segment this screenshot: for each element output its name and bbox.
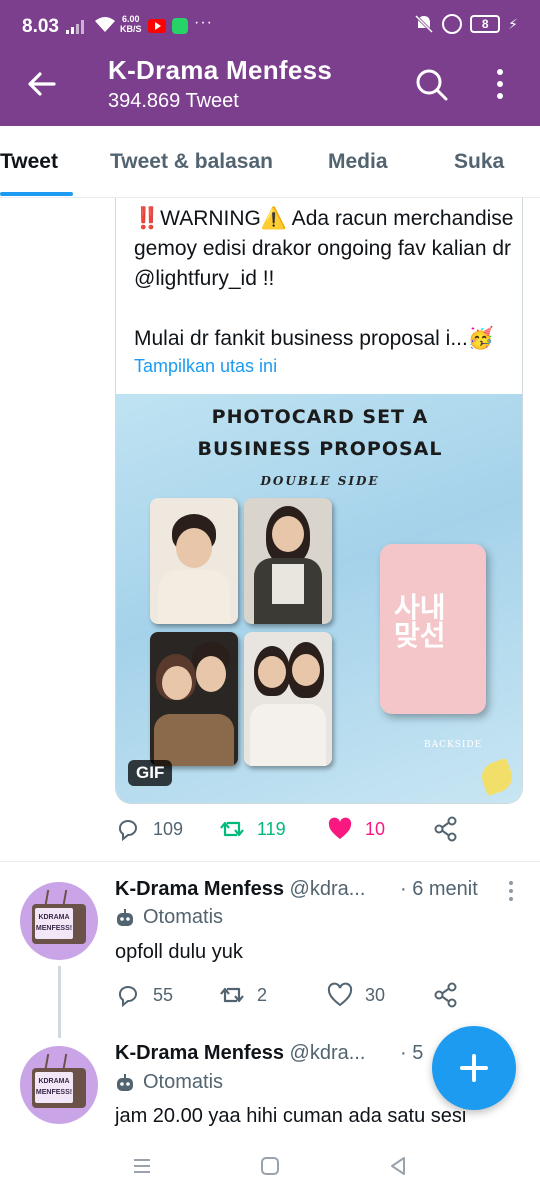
avatar-logo-text: KDRAMA MENFESS! bbox=[35, 1072, 73, 1103]
active-tab-indicator bbox=[0, 192, 73, 196]
system-navigation-bar bbox=[0, 1134, 540, 1200]
tab-tweet[interactable]: Tweet bbox=[0, 150, 58, 174]
gif-badge: GIF bbox=[128, 760, 173, 786]
reply-count: 55 bbox=[153, 984, 174, 1005]
media-subheading: DOUBLE SIDE bbox=[260, 474, 380, 488]
tweet-actions: 55 2 30 bbox=[115, 982, 535, 1014]
like-button[interactable]: 10 bbox=[327, 816, 385, 842]
avatar-logo-text: KDRAMA MENFESS! bbox=[35, 908, 73, 939]
battery-icon: 8 bbox=[470, 15, 501, 33]
net-speed-unit: KB/S bbox=[120, 24, 142, 34]
app-header: 8.03 6.00 KB/S ··· 8 ⚡ K-Drama Menfess 3… bbox=[0, 0, 540, 126]
automated-label-text: Otomatis bbox=[143, 1071, 224, 1093]
heart-icon bbox=[327, 982, 353, 1007]
thread-line bbox=[58, 966, 61, 1038]
reply-button[interactable]: 109 bbox=[115, 816, 183, 842]
tweet-text: jam 20.00 yaa hihi cuman ada satu sesi bbox=[115, 1105, 467, 1127]
more-notifications-icon: ··· bbox=[194, 14, 213, 31]
author-handle[interactable]: @kdra... bbox=[290, 1042, 366, 1064]
search-icon[interactable] bbox=[413, 66, 449, 102]
back-arrow-icon[interactable] bbox=[24, 66, 60, 102]
status-bar: 8.03 6.00 KB/S ··· 8 ⚡ bbox=[0, 0, 540, 54]
compose-tweet-button[interactable] bbox=[432, 1026, 516, 1110]
avatar[interactable]: KDRAMA MENFESS! bbox=[20, 882, 98, 960]
drama-logo: 사내 맞선 bbox=[394, 592, 446, 651]
media-heading-line1: PHOTOCARD SET A bbox=[211, 406, 429, 428]
share-button[interactable] bbox=[433, 982, 459, 1008]
whatsapp-icon bbox=[172, 18, 188, 34]
quoted-tweet-text: ‼️WARNING⚠️ Ada racun merchandise gemoy … bbox=[134, 207, 514, 350]
retweet-button[interactable]: 119 bbox=[219, 816, 286, 842]
retweet-icon bbox=[220, 821, 244, 837]
quoted-tweet-card[interactable]: ‼️WARNING⚠️ Ada racun merchandise gemoy … bbox=[115, 198, 523, 804]
wifi-icon bbox=[95, 17, 115, 32]
leaf-decoration bbox=[477, 757, 517, 797]
tab-media[interactable]: Media bbox=[328, 150, 388, 174]
reply-button[interactable]: 55 bbox=[115, 982, 173, 1008]
automated-label: Otomatis bbox=[115, 1071, 223, 1094]
network-speed: 6.00 KB/S bbox=[120, 14, 142, 34]
tweet-time: · 5 bbox=[400, 1042, 424, 1064]
heart-filled-icon bbox=[328, 817, 352, 839]
signal-icon bbox=[66, 20, 84, 34]
photocard-1 bbox=[150, 498, 238, 624]
reply-icon bbox=[119, 820, 137, 842]
avatar[interactable]: KDRAMA MENFESS! bbox=[20, 1046, 98, 1124]
tab-likes[interactable]: Suka bbox=[454, 150, 504, 174]
photocard-2 bbox=[244, 498, 332, 624]
recent-apps-icon[interactable] bbox=[130, 1154, 154, 1178]
retweet-icon bbox=[220, 987, 244, 1003]
retweet-button[interactable]: 2 bbox=[219, 982, 267, 1008]
automated-label-text: Otomatis bbox=[143, 906, 224, 928]
share-icon bbox=[434, 982, 457, 1008]
robot-icon bbox=[117, 1073, 133, 1091]
tweet-header: K-Drama Menfess @kdra... bbox=[115, 1042, 365, 1065]
tweet-count: 394.869 Tweet bbox=[108, 90, 239, 112]
robot-icon bbox=[117, 908, 133, 926]
like-button[interactable]: 30 bbox=[327, 982, 385, 1008]
alarm-icon bbox=[442, 14, 463, 34]
tweet-actions: 109 119 10 bbox=[115, 816, 535, 848]
back-nav-icon[interactable] bbox=[386, 1154, 410, 1178]
status-right: 8 ⚡ bbox=[414, 14, 518, 34]
youtube-icon bbox=[148, 19, 166, 33]
retweet-count: 119 bbox=[257, 818, 286, 839]
mute-icon bbox=[415, 14, 434, 34]
profile-tabs: Tweet Tweet & balasan Media Suka bbox=[0, 126, 540, 198]
tweet-media-gif[interactable]: PHOTOCARD SET A BUSINESS PROPOSAL DOUBLE… bbox=[116, 394, 522, 803]
net-speed-value: 6.00 bbox=[121, 14, 140, 24]
like-count: 30 bbox=[365, 984, 386, 1005]
photocard-backside: 사내 맞선 bbox=[380, 544, 486, 714]
profile-name-title: K-Drama Menfess bbox=[108, 55, 333, 85]
reply-count: 109 bbox=[153, 818, 184, 839]
share-button[interactable] bbox=[433, 816, 459, 842]
like-count: 10 bbox=[365, 818, 386, 839]
media-heading-line2: BUSINESS PROPOSAL bbox=[197, 438, 443, 460]
tweet-time: · 6 menit bbox=[400, 878, 478, 900]
reply-icon bbox=[119, 986, 137, 1008]
share-icon bbox=[434, 816, 457, 842]
tweet-header: K-Drama Menfess @kdra... bbox=[115, 878, 365, 901]
retweet-count: 2 bbox=[257, 984, 268, 1005]
author-handle[interactable]: @kdra... bbox=[290, 878, 366, 900]
charging-icon: ⚡ bbox=[508, 15, 518, 32]
home-icon[interactable] bbox=[258, 1154, 282, 1178]
photocard-4 bbox=[244, 632, 332, 766]
photocard-3 bbox=[150, 632, 238, 766]
backside-label: BACKSIDE bbox=[424, 740, 483, 750]
show-thread-link[interactable]: Tampilkan utas ini bbox=[134, 356, 277, 377]
tweet-text: opfoll dulu yuk bbox=[115, 941, 243, 963]
status-time: 8.03 bbox=[22, 16, 59, 37]
author-name[interactable]: K-Drama Menfess bbox=[115, 878, 284, 900]
tweet-divider bbox=[0, 861, 540, 862]
tweet-menu-icon[interactable] bbox=[506, 880, 516, 902]
tab-tweet-replies[interactable]: Tweet & balasan bbox=[110, 150, 273, 174]
automated-label: Otomatis bbox=[115, 906, 223, 929]
more-vertical-icon[interactable] bbox=[488, 66, 512, 102]
author-name[interactable]: K-Drama Menfess bbox=[115, 1042, 284, 1064]
